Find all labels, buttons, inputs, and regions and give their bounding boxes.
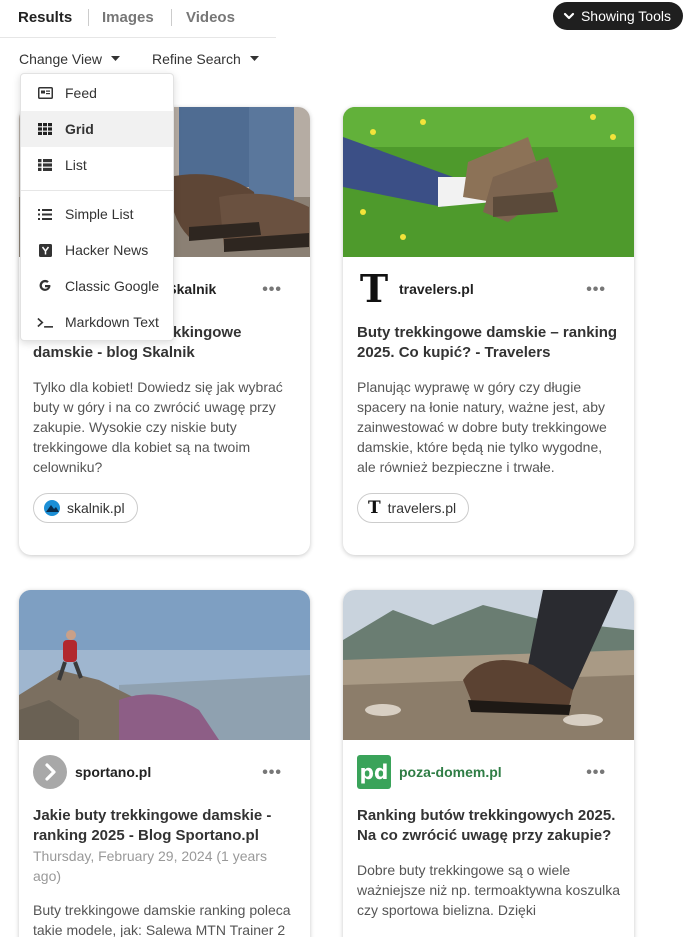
- tab-divider: [88, 9, 89, 26]
- menu-item-label: Simple List: [65, 206, 134, 222]
- poza-domem-logo: pd: [357, 755, 391, 789]
- source-name[interactable]: sportano.pl: [75, 763, 151, 781]
- source-name[interactable]: travelers.pl: [399, 280, 474, 298]
- change-view-dropdown[interactable]: Change View: [19, 51, 121, 67]
- travelers-logo-icon: T: [368, 498, 381, 518]
- result-card[interactable]: pd poza-domem.pl ••• Ranking butów trekk…: [343, 590, 634, 937]
- result-card[interactable]: T travelers.pl ••• Buty trekkingowe dams…: [343, 107, 634, 555]
- hacker-news-icon: [37, 242, 53, 258]
- simple-list-icon: [37, 206, 53, 222]
- tab-divider: [171, 9, 172, 26]
- menu-item-list[interactable]: List: [21, 147, 173, 183]
- google-icon: [37, 278, 53, 294]
- result-date: Thursday, February 29, 2024 (1 years ago…: [33, 848, 267, 884]
- menu-item-feed[interactable]: Feed: [21, 75, 173, 111]
- refine-search-label: Refine Search: [152, 51, 241, 67]
- menu-item-label: Classic Google: [65, 278, 160, 294]
- travelers-logo: T: [359, 266, 389, 311]
- source-chip[interactable]: T travelers.pl: [357, 493, 470, 523]
- result-title[interactable]: Jakie buty trekkingowe damskie - ranking…: [33, 806, 296, 846]
- result-thumbnail[interactable]: [19, 590, 310, 740]
- menu-item-label: Hacker News: [65, 242, 149, 258]
- skalnik-logo-icon: [44, 500, 60, 516]
- result-thumbnail[interactable]: [343, 107, 634, 257]
- menu-divider: [21, 190, 173, 191]
- result-snippet: Dobre buty trekkingowe są o wiele ważnie…: [357, 862, 621, 918]
- list-icon: [37, 157, 53, 173]
- caret-down-icon: [249, 56, 259, 61]
- change-view-menu: Feed Grid List Simple List Hacker News C…: [20, 73, 174, 341]
- source-chip-label: skalnik.pl: [67, 500, 125, 516]
- menu-item-simple-list[interactable]: Simple List: [21, 196, 173, 232]
- sportano-logo: [33, 755, 67, 789]
- menu-item-classic-google[interactable]: Classic Google: [21, 268, 173, 304]
- terminal-icon: [37, 314, 53, 330]
- search-tools-bar: Change View Refine Search: [19, 51, 289, 67]
- tab-images[interactable]: Images: [102, 9, 154, 26]
- grid-icon: [37, 121, 53, 137]
- feed-icon: [37, 85, 53, 101]
- result-snippet: Buty trekkingowe damskie ranking poleca …: [33, 902, 291, 937]
- result-source-row: pd poza-domem.pl •••: [357, 740, 620, 804]
- result-snippet: Planując wyprawę w góry czy długie space…: [357, 379, 607, 475]
- tab-results[interactable]: Results: [18, 9, 72, 26]
- source-chip-label: travelers.pl: [387, 500, 457, 516]
- menu-item-grid[interactable]: Grid: [21, 111, 173, 147]
- source-chip[interactable]: skalnik.pl: [33, 493, 138, 523]
- source-name[interactable]: poza-domem.pl: [399, 763, 502, 781]
- tab-videos[interactable]: Videos: [186, 9, 235, 26]
- showing-tools-label: Showing Tools: [580, 8, 671, 24]
- result-snippet: Tylko dla kobiet! Dowiedz się jak wybrać…: [33, 379, 283, 475]
- result-title[interactable]: Buty trekkingowe damskie – ranking 2025.…: [357, 323, 620, 363]
- caret-down-icon: [111, 56, 121, 61]
- refine-search-dropdown[interactable]: Refine Search: [152, 51, 259, 67]
- menu-item-label: Markdown Text: [65, 314, 159, 330]
- result-source-row: T travelers.pl •••: [357, 257, 620, 321]
- menu-item-markdown-text[interactable]: Markdown Text: [21, 304, 173, 340]
- menu-item-label: List: [65, 157, 87, 173]
- result-source-row: sportano.pl •••: [33, 740, 296, 804]
- chevron-down-icon: [563, 12, 575, 20]
- result-thumbnail[interactable]: [343, 590, 634, 740]
- result-type-tabs: Results Images Videos: [0, 0, 276, 38]
- more-options-icon[interactable]: •••: [262, 764, 282, 782]
- more-options-icon[interactable]: •••: [586, 764, 606, 782]
- more-options-icon[interactable]: •••: [586, 281, 606, 299]
- change-view-label: Change View: [19, 51, 103, 67]
- menu-item-label: Grid: [65, 121, 94, 137]
- menu-item-label: Feed: [65, 85, 97, 101]
- result-card[interactable]: sportano.pl ••• Jakie buty trekkingowe d…: [19, 590, 310, 937]
- result-title[interactable]: Ranking butów trekkingowych 2025. Na co …: [357, 806, 620, 846]
- menu-item-hacker-news[interactable]: Hacker News: [21, 232, 173, 268]
- more-options-icon[interactable]: •••: [262, 281, 282, 299]
- showing-tools-button[interactable]: Showing Tools: [552, 2, 683, 30]
